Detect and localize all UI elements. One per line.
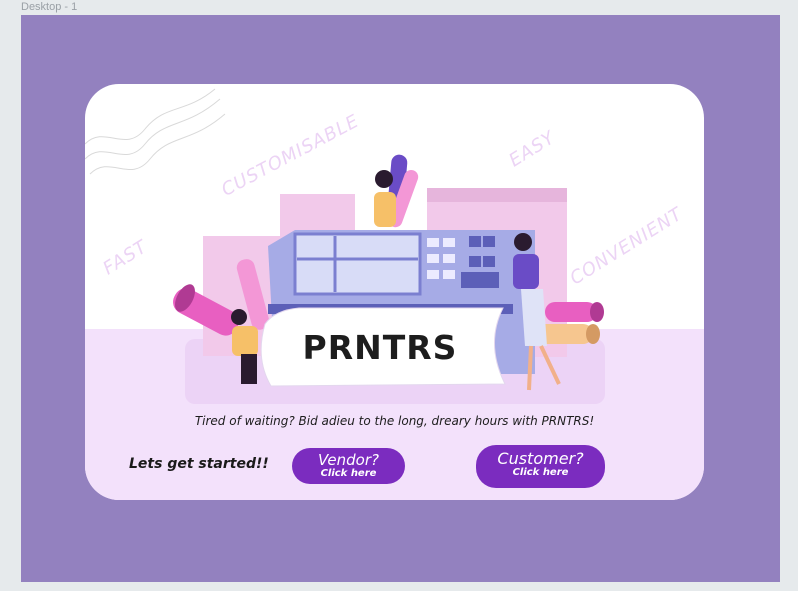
get-started-label: Lets get started!! [129,456,269,472]
vendor-button-subtitle: Click here [320,468,377,479]
artboard: FAST CUSTOMISABLE EASY CONVENIENT PRNTRS… [21,15,780,582]
customer-button-subtitle: Click here [512,467,569,478]
vendor-button[interactable]: Vendor? Click here [292,448,405,484]
frame-label: Desktop - 1 [21,1,78,13]
vendor-button-title: Vendor? [318,451,379,469]
person-top [374,170,396,227]
landing-card: FAST CUSTOMISABLE EASY CONVENIENT PRNTRS… [85,84,704,500]
wavy-lines-decoration [85,88,226,175]
customer-button-title: Customer? [497,449,584,468]
customer-button[interactable]: Customer? Click here [476,445,605,488]
tagline: Tired of waiting? Bid adieu to the long,… [194,414,595,428]
brand-banner: PRNTRS [302,328,458,367]
